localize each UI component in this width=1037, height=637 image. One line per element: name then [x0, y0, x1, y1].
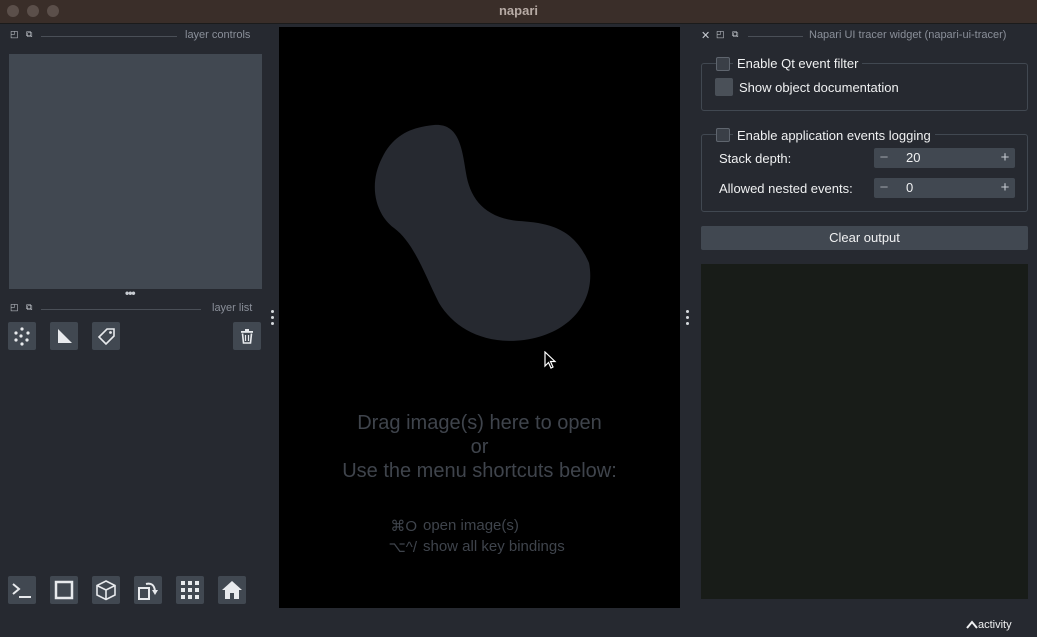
shapes-icon — [58, 329, 72, 343]
trash-icon — [241, 329, 253, 344]
transpose-button[interactable] — [134, 576, 162, 604]
layer-controls-area — [9, 54, 262, 289]
window-title: napari — [498, 3, 538, 18]
app-logging-label: Enable application events logging — [733, 128, 935, 143]
activity-toggle[interactable]: activity — [966, 619, 1012, 631]
home-button[interactable] — [218, 576, 246, 604]
decrement-button[interactable]: − — [874, 178, 894, 198]
app-logging-group — [701, 134, 1028, 212]
header-divider — [748, 36, 803, 37]
layer-controls-header: ◰ ⧉ layer controls — [9, 29, 262, 43]
square-icon — [54, 580, 74, 600]
stack-depth-spinbox[interactable]: − 20 + — [874, 148, 1015, 168]
console-button[interactable] — [8, 576, 36, 604]
shortcut-key: ⌥^/ — [388, 539, 418, 556]
app-logging-checkbox[interactable] — [716, 128, 730, 142]
output-log-area[interactable] — [701, 264, 1028, 599]
increment-button[interactable]: + — [995, 178, 1015, 198]
qt-filter-label: Enable Qt event filter — [733, 56, 863, 71]
dock-splitter-handle[interactable]: ••• — [125, 286, 136, 300]
float-icon[interactable]: ◰ — [716, 29, 725, 40]
points-icon — [14, 327, 30, 346]
welcome-line-2: or — [470, 436, 489, 458]
close-icon[interactable]: ✕ — [701, 29, 710, 42]
stack-depth-label: Stack depth: — [719, 151, 792, 166]
undock-icon[interactable]: ⧉ — [26, 29, 32, 40]
console-icon — [12, 583, 31, 598]
activity-label: activity — [978, 619, 1012, 631]
nested-events-label: Allowed nested events: — [719, 181, 853, 196]
new-shapes-button[interactable] — [50, 322, 78, 350]
show-doc-checkbox[interactable] — [715, 78, 733, 96]
new-points-button[interactable] — [8, 322, 36, 350]
float-icon[interactable]: ◰ — [10, 302, 19, 313]
shortcut-key: ⌘O — [390, 518, 417, 535]
napari-logo-blob — [374, 124, 591, 341]
clear-output-button[interactable]: Clear output — [701, 226, 1028, 250]
mouse-cursor-icon — [544, 351, 557, 369]
undock-icon[interactable]: ⧉ — [26, 302, 32, 313]
viewer-canvas[interactable]: Drag image(s) here to open or Use the me… — [279, 27, 680, 608]
header-divider — [41, 309, 201, 310]
cube-icon — [96, 580, 116, 601]
increment-button[interactable]: + — [995, 148, 1015, 168]
layer-list-label: layer list — [212, 302, 253, 314]
decrement-button[interactable]: − — [874, 148, 894, 168]
nested-events-value: 0 — [906, 180, 914, 195]
stack-depth-value: 20 — [906, 150, 921, 165]
chevron-up-icon — [966, 620, 978, 629]
left-dock-splitter[interactable] — [269, 310, 275, 325]
undock-icon[interactable]: ⧉ — [732, 29, 738, 40]
show-doc-label: Show object documentation — [739, 80, 899, 95]
home-icon — [222, 581, 242, 599]
layer-list-header: ◰ ⧉ layer list — [9, 302, 262, 316]
grid-button[interactable] — [176, 576, 204, 604]
shortcut-desc: open image(s) — [423, 517, 519, 534]
nested-events-spinbox[interactable]: − 0 + — [874, 178, 1015, 198]
header-divider — [41, 36, 177, 37]
layer-controls-label: layer controls — [185, 29, 251, 41]
qt-filter-checkbox[interactable] — [716, 57, 730, 71]
new-labels-button[interactable] — [92, 322, 120, 350]
shortcut-desc: show all key bindings — [423, 538, 565, 555]
welcome-line-3: Use the menu shortcuts below: — [342, 460, 617, 482]
delete-layer-button[interactable] — [233, 322, 261, 350]
window-titlebar: napari — [0, 0, 1037, 24]
tracer-widget-header: ✕ ◰ ⧉ Napari UI tracer widget (napari-ui… — [700, 29, 1030, 43]
tracer-widget-title: Napari UI tracer widget (napari-ui-trace… — [809, 29, 1007, 41]
float-icon[interactable]: ◰ — [10, 29, 19, 40]
roll-dims-button[interactable] — [92, 576, 120, 604]
right-dock-splitter[interactable] — [684, 310, 690, 325]
grid-icon — [181, 581, 199, 599]
rotate-icon — [138, 582, 158, 600]
labels-icon — [97, 328, 115, 346]
welcome-line-1: Drag image(s) here to open — [357, 412, 602, 434]
ndisplay-button[interactable] — [50, 576, 78, 604]
